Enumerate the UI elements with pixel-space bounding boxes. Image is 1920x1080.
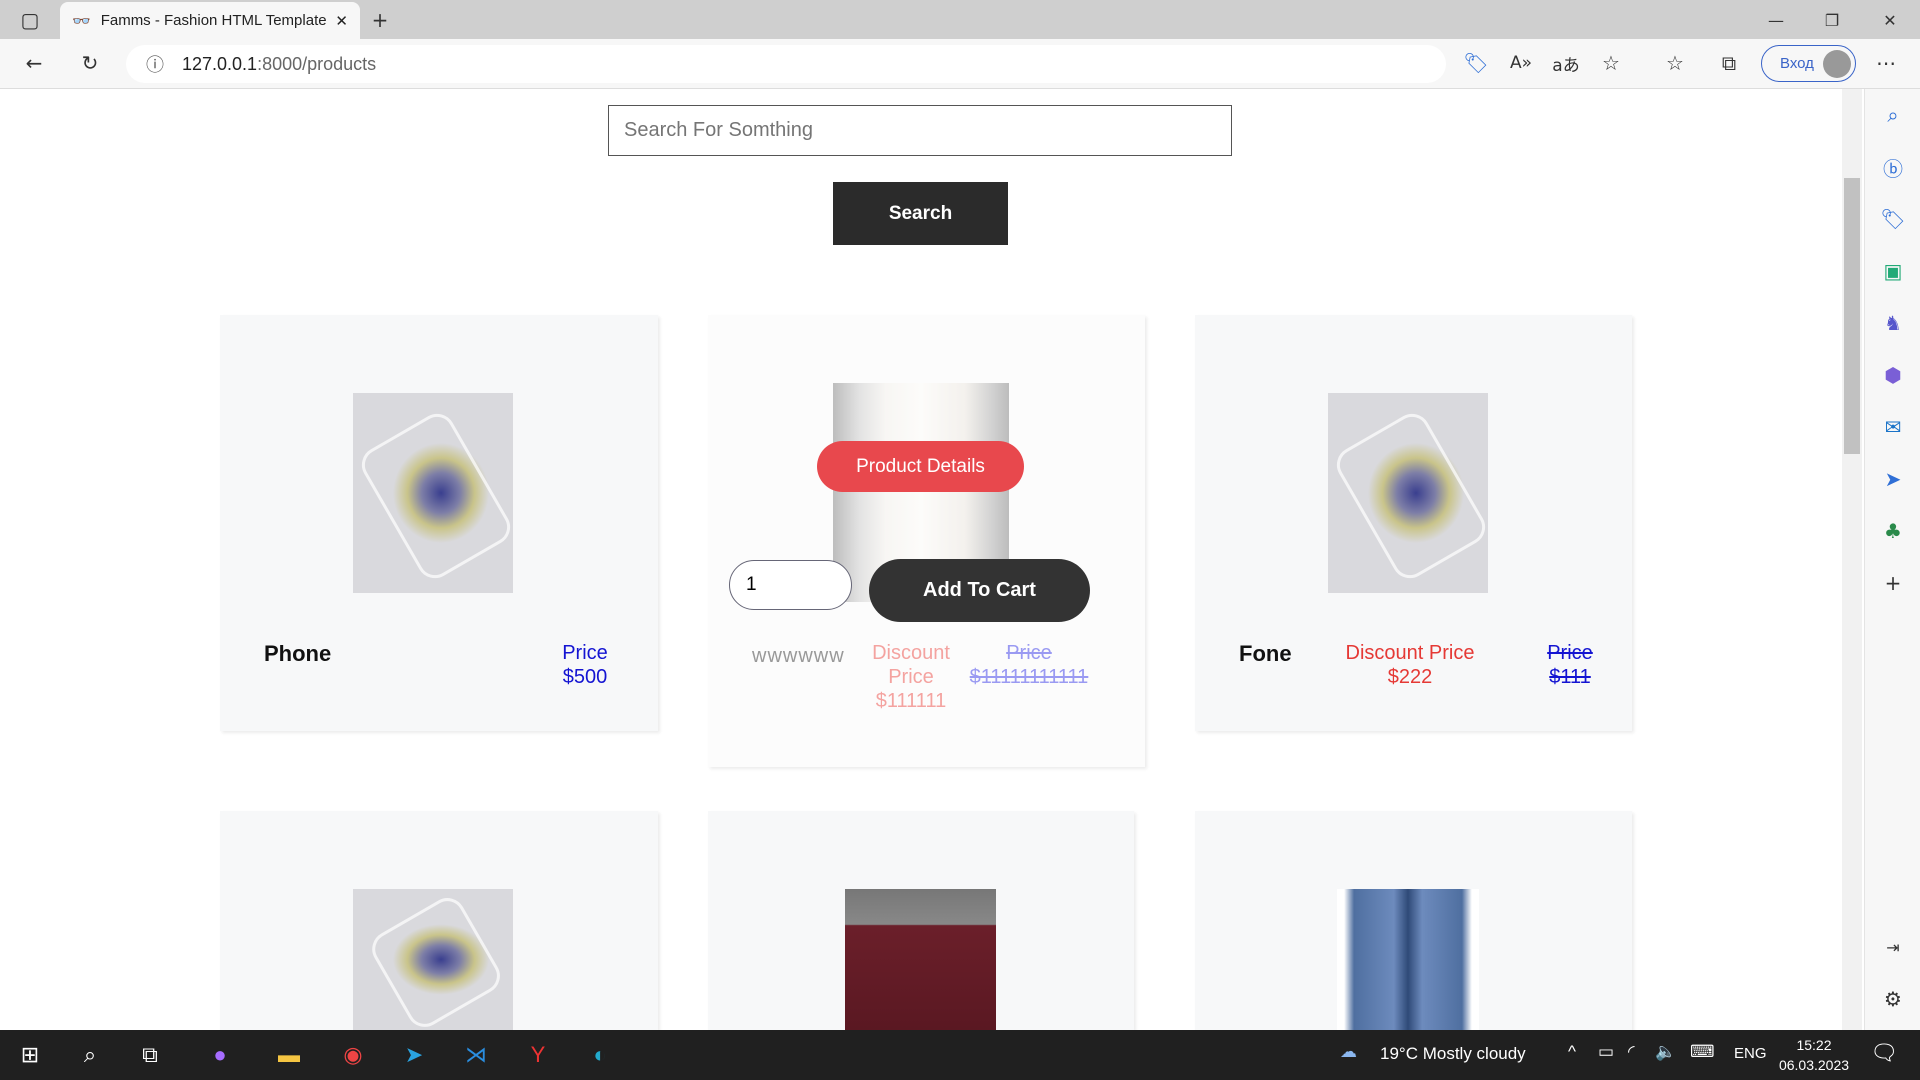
discount-label: Discount Price [1345,642,1475,664]
login-button[interactable]: Вход [1761,45,1856,82]
tab-bar: ▢ 👓 Famms - Fashion HTML Template ✕ + — … [0,0,1920,39]
notifications-icon[interactable]: 🗨 [1870,1040,1898,1066]
product-price: Price $111 [1525,641,1615,689]
outlook-icon[interactable]: ✉ [1875,409,1911,445]
add-icon[interactable]: + [1875,565,1911,601]
product-image[interactable] [1337,889,1479,1030]
tab-title: Famms - Fashion HTML Template [100,12,327,29]
task-view-icon[interactable]: ⧉ [132,1038,168,1072]
add-favorite-icon[interactable]: ☆ [1593,45,1629,81]
login-label: Вход [1780,55,1814,72]
time: 15:22 [1796,1037,1832,1053]
tab-famms[interactable]: 👓 Famms - Fashion HTML Template ✕ [60,2,360,39]
read-aloud-icon[interactable]: A» [1503,45,1539,81]
search-icon[interactable]: ⌕ [1875,97,1911,133]
product-card: Product Details Add To Cart wwwwww Disco… [708,315,1145,767]
vscode-icon[interactable]: ⋊ [458,1038,494,1072]
tools-icon[interactable]: ▣ [1875,253,1911,289]
product-image[interactable] [353,889,513,1030]
more-icon[interactable]: ⋯ [1868,45,1904,81]
collections-icon[interactable]: ⧉ [1711,45,1747,81]
back-icon[interactable]: ← [16,45,52,81]
add-to-cart-button[interactable]: Add To Cart [869,559,1090,622]
taskbar: ⊞ ⌕ ⧉ ● ▬ ◉ ➤ ⋊ Y ◐ ☁ 19°C Mostly cloudy… [0,1030,1920,1080]
shopping-icon[interactable]: 🏷 [1875,201,1911,237]
restore-icon[interactable]: ❐ [1814,2,1850,38]
date: 06.03.2023 [1778,1057,1850,1073]
product-image[interactable] [1328,393,1488,593]
info-icon[interactable]: ⓘ [146,51,164,77]
product-image[interactable] [353,393,513,593]
product-image[interactable] [845,889,996,1030]
close-tab-icon[interactable]: ✕ [335,12,348,30]
keyboard-icon[interactable]: ⌨ [1690,1042,1715,1062]
send-icon[interactable]: ➤ [1875,461,1911,497]
search-input[interactable] [608,105,1232,156]
coupon-tag-icon[interactable]: 🏷 [1458,45,1494,81]
file-explorer-icon[interactable]: ▬ [271,1038,307,1072]
battery-icon[interactable]: ▭ [1598,1042,1614,1062]
search-button[interactable]: Search [833,182,1008,245]
product-discount-price: Discount Price $222 [1335,641,1485,689]
weather-cloud-icon: ☁ [1340,1042,1357,1061]
chrome-icon[interactable]: ◉ [335,1038,371,1072]
avatar [1823,49,1851,78]
price-value: $111 [1549,666,1591,688]
games-icon[interactable]: ♞ [1875,305,1911,341]
minimize-icon[interactable]: — [1758,2,1794,38]
price-label: Price [562,642,608,664]
price-label: Price [1006,642,1052,664]
price-label: Price [1547,642,1593,664]
scrollbar-thumb[interactable] [1844,178,1860,454]
clock[interactable]: 15:22 06.03.2023 [1776,1035,1852,1075]
volume-icon[interactable]: 🔈 [1655,1042,1676,1062]
price-value: $500 [562,666,608,688]
app-icon[interactable]: ● [202,1038,238,1072]
sidebar-toggle-icon[interactable]: ⇥ [1875,929,1911,965]
tree-icon[interactable]: ♣ [1875,513,1911,549]
windows-start-icon[interactable]: ⊞ [12,1038,48,1072]
yandex-icon[interactable]: Y [520,1038,556,1072]
settings-icon[interactable]: ⚙ [1875,981,1911,1017]
product-discount-price: Discount Price $111111 [871,641,951,713]
product-card: Fone Discount Price $222 Price $111 [1195,315,1632,731]
quantity-input[interactable] [729,560,852,610]
url-host: 127.0.0.1 [182,53,258,74]
address-bar[interactable]: ⓘ 127.0.0.1:8000/products [126,45,1446,83]
url-path: :8000/products [257,53,377,74]
discount-value: $111111 [875,690,947,712]
weather-text[interactable]: 19°C Mostly cloudy [1380,1044,1526,1064]
product-card [1195,811,1632,1030]
search-icon[interactable]: ⌕ [72,1038,108,1072]
product-card [220,811,658,1030]
wifi-icon[interactable]: ◜ [1628,1042,1635,1062]
favicon-glasses-icon: 👓 [72,12,91,30]
product-price: Price $11111111111 [954,641,1104,689]
edge-icon[interactable]: ◐ [582,1038,618,1072]
language-indicator[interactable]: ENG [1734,1045,1767,1062]
product-name: Phone [264,641,332,666]
discount-label: Discount Price [872,642,950,688]
product-name: Fone [1239,641,1292,666]
close-window-icon[interactable]: ✕ [1872,2,1908,38]
telegram-icon[interactable]: ➤ [396,1038,432,1072]
product-details-button[interactable]: Product Details [817,441,1024,492]
discount-value: $222 [1387,666,1433,688]
refresh-icon[interactable]: ↻ [72,45,108,81]
product-name: wwwwww [752,645,845,667]
edge-sidebar: ⌕ ⓑ 🏷 ▣ ♞ ⬢ ✉ ➤ ♣ + ⇥ ⚙ [1864,89,1920,1030]
product-price: Price $500 [530,641,640,689]
tab-actions-icon[interactable]: ▢ [12,2,48,38]
bing-icon[interactable]: ⓑ [1875,149,1911,185]
translate-icon[interactable]: aあ [1548,45,1584,81]
product-card [708,811,1134,1030]
product-card: Phone Price $500 [220,315,658,731]
price-value: $11111111111 [969,666,1089,688]
tray-chevron-icon[interactable]: ^ [1568,1042,1576,1062]
new-tab-icon[interactable]: + [362,2,398,38]
favorites-icon[interactable]: ☆ [1657,45,1693,81]
office-icon[interactable]: ⬢ [1875,357,1911,393]
